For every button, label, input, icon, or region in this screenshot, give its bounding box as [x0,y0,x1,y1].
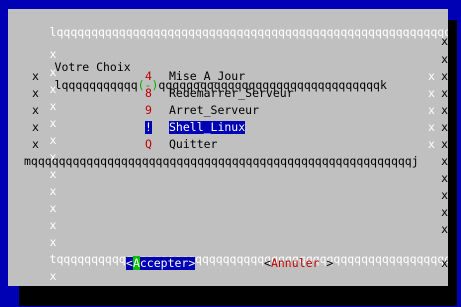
menu-border-left: x [32,86,39,100]
border-right: x [441,103,448,117]
menu-item-label[interactable]: Redemarrer_Serveur [169,87,294,100]
menu-border-right: x [428,120,435,134]
menu-item-label[interactable]: Quitter [169,138,217,151]
empty-row: x x [8,188,448,215]
menu-row[interactable]: x x 8 Redemarrer_Serveur x x [8,86,448,113]
dialog-bottom-border: mqqqqqqqqqqqqqqqqqqqqqqqqqqqqqqqqqqqqqqq… [8,273,448,287]
empty-row: x x [8,171,448,198]
button-bracket: < [264,256,271,270]
border-right: x [441,222,448,236]
menu-border-right: x [428,103,435,117]
dialog-box: lqqqqqqqqqqqqqqqqqqqqqqqqqqqqqqqqqqqqqqq… [8,9,448,286]
menu-item-tag[interactable]: 4 [145,70,152,83]
menu-border-left: x [32,69,39,83]
button-label: ccepter [139,256,189,270]
menu-row[interactable]: x x Q Quitter x x [8,137,448,164]
menu-item-tag[interactable]: ! [145,121,152,134]
empty-row: x x [8,205,448,232]
menu-border-left: x [32,120,39,134]
border-right: x [441,86,448,100]
menu-border-right: x [428,86,435,100]
border-right: x [441,256,448,270]
border-right: x [441,120,448,134]
border-right: x [441,171,448,185]
menu-item-tag[interactable]: 9 [145,104,152,117]
button-bracket: < [126,256,133,270]
button-bracket: > [319,256,334,270]
empty-row: x x [8,222,448,249]
border-right: x [441,154,448,168]
accept-button[interactable]: <Accepter> [126,256,196,270]
dialog-top-border: lqqqqqqqqqqqqqqqqqqqqqqqqqqqqqqqqqqqqqqq… [8,13,448,39]
button-hotkey: A [270,256,278,270]
button-label: nnuler [277,256,320,270]
menu-row[interactable]: x x 4 Mise_A_Jour x x [8,69,448,96]
cancel-button[interactable]: <Annuler > [264,257,333,270]
border-right: x [441,52,448,66]
menu-row[interactable]: x x 9 Arret_Serveur x x [8,103,448,130]
menu-item-label-selected[interactable]: Shell_Linux [169,121,246,134]
menu-item-label[interactable]: Arret_Serveur [169,104,259,117]
buttons-row: x <Accepter> <Annuler > x [8,256,448,283]
border-right: x [441,205,448,219]
border-bottom: mqqqqqqqqqqqqqqqqqqqqqqqqqqqqqqqqqqqqqqq… [50,285,448,287]
button-hotkey: A [132,256,140,270]
inner-top-row: x lqqqqqqqqqqq(-)qqqqqqqqqqqqqqqqqqqqqqq… [8,52,448,92]
menu-border-bottom: mqqqqqqqqqqqqqqqqqqqqqqqqqqqqqqqqqqqqqqq… [24,154,419,168]
menu-row-selected[interactable]: x x ! Shell_Linux x x [8,120,448,147]
menu-border-left: x [32,137,39,151]
border-right: x [441,137,448,151]
menu-border-left: x [32,103,39,117]
button-bracket: > [188,256,196,270]
button-separator: tqqqqqqqqqqqqqqqqqqqqqqqqqqqqqqqqqqqqqqq… [8,240,448,266]
border-right: x [441,34,448,48]
border-right: x [441,188,448,202]
inner-bottom-row: x mqqqqqqqqqqqqqqqqqqqqqqqqqqqqqqqqqqqqq… [8,154,448,181]
menu-item-tag[interactable]: Q [145,138,152,151]
terminal-screen: lqqqqqqqqqqqqqqqqqqqqqqqqqqqqqqqqqqqqqqq… [0,0,461,307]
title-row: x Votre Choix x [8,34,448,74]
menu-item-label[interactable]: Mise_A_Jour [169,70,245,83]
menu-item-tag[interactable]: 8 [145,87,152,100]
menu-border-right: x [428,69,435,83]
border-right: x [441,69,448,83]
menu-border-right: x [428,137,435,151]
